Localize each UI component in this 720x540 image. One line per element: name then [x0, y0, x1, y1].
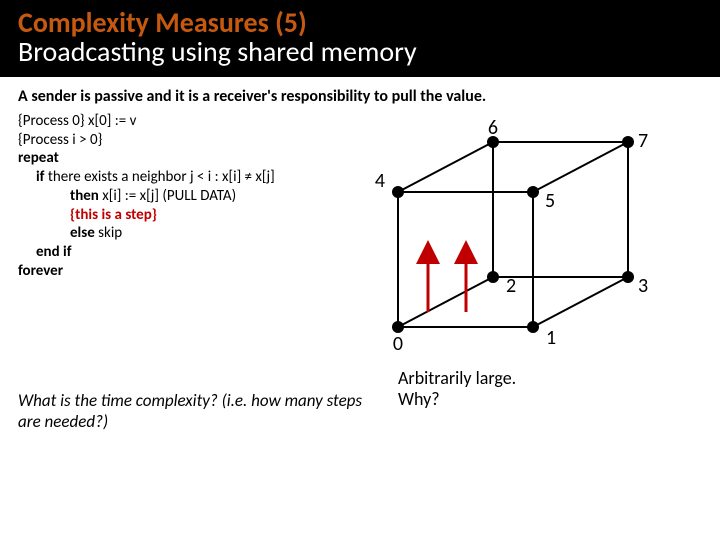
node-label-2: 2: [506, 274, 516, 298]
code-line: {Process i > 0}: [18, 131, 328, 150]
code-text: x[i] := x[j] (PULL DATA): [99, 187, 236, 205]
kw-then: then: [70, 187, 99, 205]
node-label-1: 1: [546, 326, 556, 350]
question-text: What is the time complexity? (i.e. how m…: [18, 390, 368, 432]
kw-else: else: [70, 224, 95, 242]
answer-text: Arbitrarily large. Why?: [398, 368, 516, 411]
node-label-3: 3: [638, 274, 648, 298]
slide-title-sub: Broadcasting using shared memory: [18, 37, 702, 66]
node-label-7: 7: [638, 129, 648, 153]
code-line: if there exists a neighbor j < i : x[i] …: [18, 168, 328, 187]
code-line: {Process 0} x[0] := v: [18, 112, 328, 131]
slide-title-main: Complexity Measures (5): [18, 8, 702, 37]
code-text: there exists a neighbor j < i : x[i] ≠ x…: [44, 168, 274, 186]
kw-endif: end if: [18, 243, 328, 262]
pseudocode-block: {Process 0} x[0] := v {Process i > 0} re…: [18, 112, 328, 372]
code-step-note: {this is a step}: [18, 206, 328, 225]
code-text: skip: [95, 224, 122, 242]
node-label-6: 6: [488, 116, 498, 140]
answer-line2: Why?: [398, 389, 516, 411]
code-line: then x[i] := x[j] (PULL DATA): [18, 187, 328, 206]
code-line: repeat: [18, 149, 328, 168]
node-label-5: 5: [545, 189, 555, 213]
kw-forever: forever: [18, 262, 328, 281]
intro-text: A sender is passive and it is a receiver…: [0, 77, 720, 112]
cube-svg: 0 1 2 3 4 5 6 7: [338, 112, 658, 372]
footer-row: What is the time complexity? (i.e. how m…: [0, 372, 720, 432]
code-line: else skip: [18, 224, 328, 243]
title-bar: Complexity Measures (5) Broadcasting usi…: [0, 0, 720, 77]
content-row: {Process 0} x[0] := v {Process i > 0} re…: [0, 112, 720, 372]
kw-repeat: repeat: [18, 149, 59, 167]
node-label-4: 4: [375, 169, 385, 193]
node-label-0: 0: [393, 332, 403, 356]
cube-diagram: 0 1 2 3 4 5 6 7: [338, 112, 702, 372]
